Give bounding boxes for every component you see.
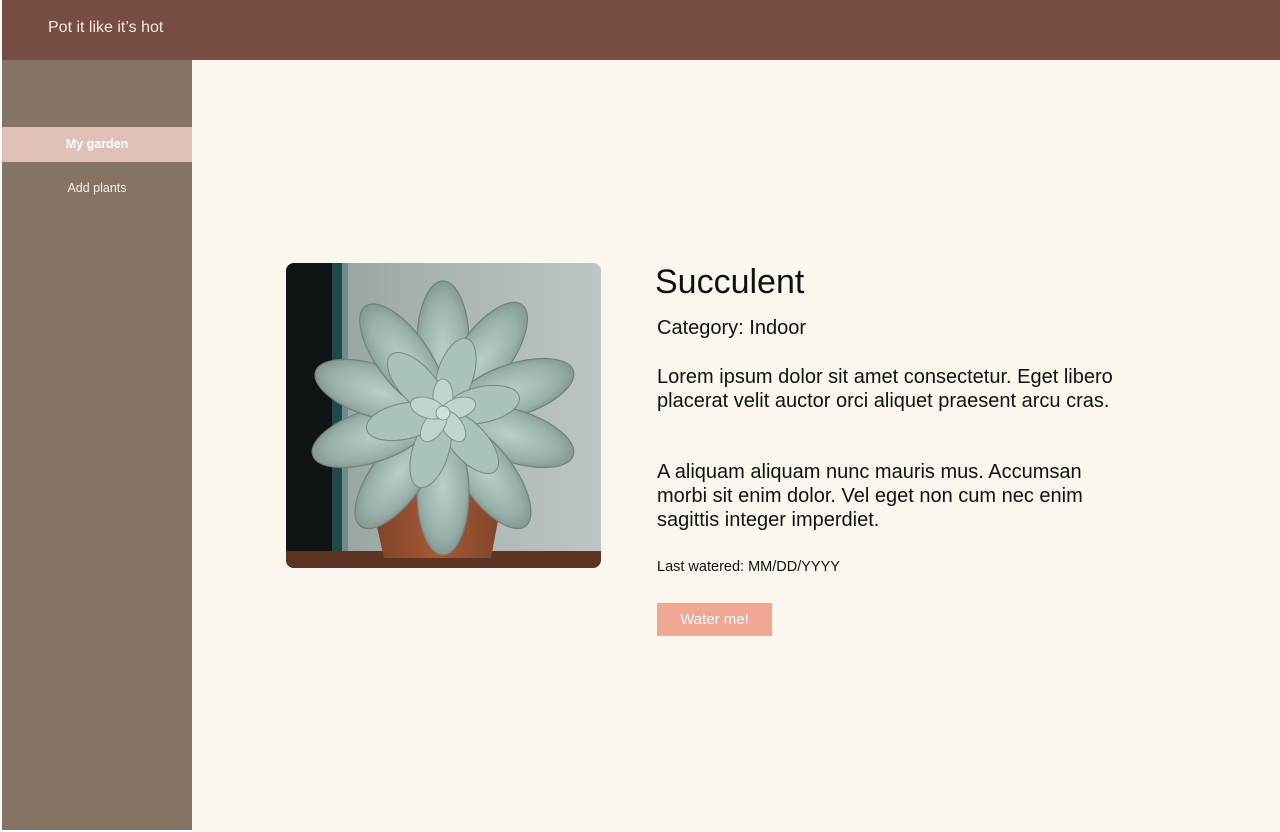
water-me-button[interactable]: Water me! <box>657 603 772 636</box>
plant-description: A aliquam aliquam nunc mauris mus. Accum… <box>657 461 1083 531</box>
plant-photo <box>286 263 601 568</box>
plant-name: Succulent <box>655 263 805 301</box>
sidebar-item-add-plants[interactable]: Add plants <box>2 171 192 206</box>
top-bar: Pot it like it’s hot <box>2 0 1280 60</box>
app-title: Pot it like it’s hot <box>48 19 164 36</box>
plant-description: Lorem ipsum dolor sit amet consectetur. … <box>657 366 1113 412</box>
plant-detail-panel: Succulent Category: Indoor Lorem ipsum d… <box>192 60 1280 832</box>
plant-category: Category: Indoor <box>657 317 806 339</box>
succulent-image <box>286 263 601 568</box>
sidebar-item-my-garden[interactable]: My garden <box>2 127 192 162</box>
sidebar: My garden Add plants <box>2 60 192 830</box>
last-watered-date: Last watered: MM/DD/YYYY <box>657 559 840 575</box>
